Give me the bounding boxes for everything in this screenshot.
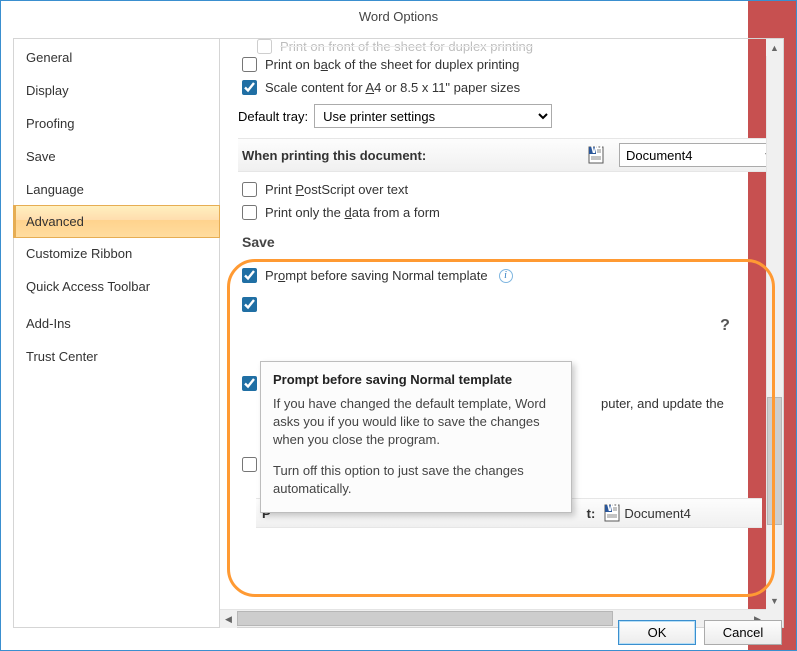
- checkbox-hidden-3[interactable]: [242, 457, 257, 472]
- sidebar-item-save[interactable]: Save: [14, 140, 219, 173]
- checkbox-hidden-2[interactable]: [242, 376, 257, 391]
- word-options-dialog: Word Options ? Print on front of the she…: [0, 0, 797, 651]
- horizontal-scroll-thumb[interactable]: [237, 611, 613, 626]
- checkbox-prompt-normal[interactable]: [242, 268, 257, 283]
- default-tray-select[interactable]: Use printer settings: [314, 104, 552, 128]
- checkbox-data-form[interactable]: [242, 205, 257, 220]
- scroll-down-button[interactable]: ▼: [766, 592, 783, 609]
- titlebar: Word Options ?: [1, 1, 796, 32]
- checkbox-postscript[interactable]: [242, 182, 257, 197]
- svg-text:W: W: [591, 146, 604, 156]
- default-tray-label: Default tray:: [238, 109, 308, 124]
- word-doc-icon: W: [587, 146, 605, 164]
- section-save-header: Save: [238, 224, 783, 264]
- checkbox-scale-content[interactable]: [242, 80, 257, 95]
- sidebar: General Display Proofing Save Language A…: [13, 38, 220, 628]
- section-when-printing: When printing this document: W Document4: [238, 138, 783, 172]
- scroll-left-button[interactable]: ◀: [220, 610, 237, 628]
- scroll-up-button[interactable]: ▲: [766, 39, 783, 56]
- vertical-scrollbar[interactable]: ▲ ▼: [766, 39, 783, 609]
- checkbox-print-back-duplex[interactable]: [242, 57, 257, 72]
- option-scale-content: Scale content for A4 or 8.5 x 11" paper …: [238, 76, 783, 99]
- sidebar-item-customize-ribbon[interactable]: Customize Ribbon: [14, 237, 219, 270]
- info-icon[interactable]: i: [499, 269, 513, 283]
- sidebar-item-display[interactable]: Display: [14, 74, 219, 107]
- dialog-footer: OK Cancel: [618, 620, 782, 645]
- option-postscript: Print PostScript over text: [238, 178, 783, 201]
- ok-button[interactable]: OK: [618, 620, 696, 645]
- vertical-scroll-thumb[interactable]: [767, 397, 782, 525]
- option-prompt-normal: Prompt before saving Normal template i: [238, 264, 783, 287]
- tooltip-title: Prompt before saving Normal template: [273, 372, 559, 387]
- sidebar-item-advanced[interactable]: Advanced: [13, 205, 220, 238]
- sidebar-item-quick-access-toolbar[interactable]: Quick Access Toolbar: [14, 270, 219, 303]
- sidebar-item-language[interactable]: Language: [14, 173, 219, 206]
- option-print-back-duplex: Print on back of the sheet for duplex pr…: [238, 53, 783, 76]
- svg-text:W: W: [607, 504, 620, 514]
- sidebar-item-proofing[interactable]: Proofing: [14, 107, 219, 140]
- sidebar-item-add-ins[interactable]: Add-Ins: [14, 307, 219, 340]
- tooltip-prompt-normal: Prompt before saving Normal template If …: [260, 361, 572, 513]
- cancel-button[interactable]: Cancel: [704, 620, 782, 645]
- content-panel: Print on back of the sheet for duplex pr…: [220, 38, 784, 628]
- checkbox-hidden-1[interactable]: [242, 297, 257, 312]
- option-data-form: Print only the data from a form: [238, 201, 783, 224]
- word-doc-icon: W: [603, 504, 621, 522]
- titlebar-title: Word Options: [1, 9, 796, 24]
- when-printing-doc-select[interactable]: Document4: [619, 143, 779, 167]
- sidebar-item-general[interactable]: General: [14, 41, 219, 74]
- option-hidden-1: [238, 293, 783, 316]
- tooltip-body: If you have changed the default template…: [273, 395, 559, 498]
- sidebar-item-trust-center[interactable]: Trust Center: [14, 340, 219, 373]
- default-tray-row: Default tray: Use printer settings: [238, 99, 783, 136]
- truncated-text-behind-tooltip: puter, and update the: [601, 396, 724, 411]
